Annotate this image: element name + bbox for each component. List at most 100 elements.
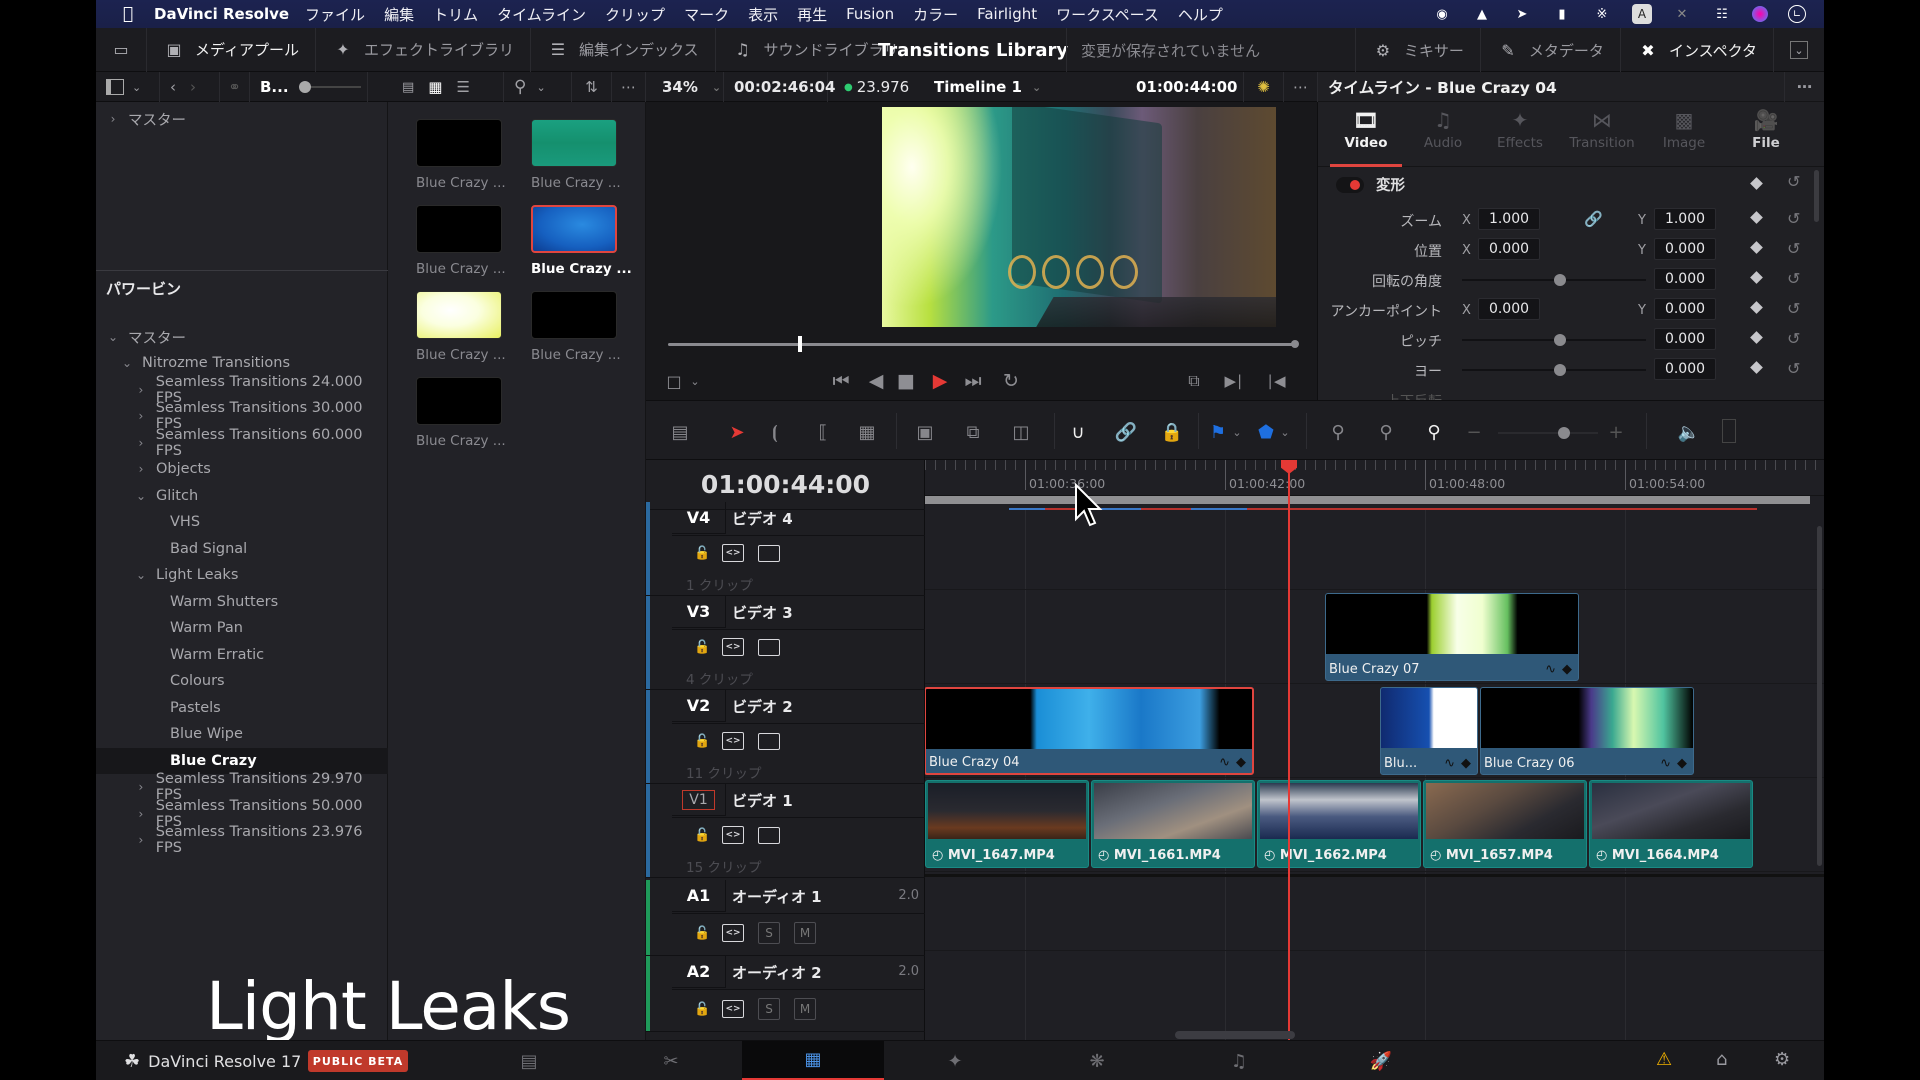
chevron-right-icon[interactable]: › (134, 833, 148, 847)
menu-mark[interactable]: マーク (684, 4, 729, 25)
tab-transition[interactable]: ⋈ Transition (1562, 103, 1642, 167)
previous-edit-icon[interactable]: ∣◀ (1266, 368, 1286, 394)
reverse-icon[interactable]: ◀ (866, 368, 886, 394)
bin-item-objects[interactable]: › Objects (96, 456, 388, 482)
track-name[interactable]: オーディオ 1 (732, 886, 822, 907)
keyframe-icon[interactable] (1750, 301, 1763, 314)
insert-clip-icon[interactable]: ▣ (908, 419, 942, 445)
curve-icon[interactable]: ∿ (1444, 756, 1455, 771)
inspector-more-icon[interactable]: ⋯ (1784, 72, 1824, 102)
toggle-panels-button[interactable]: ▭ (96, 27, 147, 72)
more-options-icon[interactable]: ⋯ (612, 72, 646, 102)
reset-icon[interactable]: ↺ (1787, 239, 1800, 258)
bin-item-seamless-transitions-23-976-fps[interactable]: › Seamless Transitions 23.976 FPS (96, 824, 388, 856)
keyframe-icon[interactable] (1750, 211, 1763, 224)
pitch-field[interactable]: 0.000 (1654, 328, 1716, 350)
home-icon[interactable]: ⌂ (1716, 1049, 1727, 1070)
bin-item-vhs[interactable]: VHS (96, 509, 388, 535)
clip-blue-crazy-07[interactable]: Blue Crazy 07 ∿ ◆ (1325, 593, 1579, 681)
chevron-down-icon[interactable]: ⌄ (134, 568, 148, 582)
tab-effects[interactable]: ✦ Effects (1480, 103, 1560, 167)
bin-item-blue-crazy[interactable]: Blue Crazy (96, 747, 388, 774)
chevron-right-icon[interactable]: › (134, 436, 148, 450)
blade-tool-icon[interactable]: ▦ (852, 419, 882, 445)
auto-select-icon[interactable]: <> (722, 544, 744, 562)
media-pool-button[interactable]: ▣ メディアプール (147, 27, 316, 72)
rotation-slider[interactable] (1462, 274, 1646, 286)
timeline-vertical-scrollbar[interactable] (1817, 526, 1822, 866)
volume-muted-icon[interactable]: ✕ (1672, 4, 1692, 24)
menu-help[interactable]: ヘルプ (1178, 4, 1223, 25)
page-deliver[interactable]: 🚀 (1310, 1041, 1452, 1080)
auto-select-icon[interactable]: <> (722, 732, 744, 750)
zoom-out-icon[interactable]: − (1464, 419, 1484, 445)
yaw-field[interactable]: 0.000 (1654, 358, 1716, 380)
zoom-detail-icon[interactable]: ⚲ (1368, 419, 1404, 445)
menu-workspace[interactable]: ワークスペース (1056, 4, 1159, 25)
thumb-size-slider[interactable] (298, 81, 361, 93)
bin-item-nitrozme-transitions[interactable]: ⌄ Nitrozme Transitions (96, 350, 388, 376)
bin-item-seamless-transitions-60-000-fps[interactable]: › Seamless Transitions 60.000 FPS (96, 427, 388, 459)
track-id[interactable]: V4 (672, 502, 726, 534)
bin-master-top[interactable]: › マスター (96, 106, 388, 132)
page-media[interactable]: ▤ (458, 1041, 600, 1080)
back-icon[interactable]: ‹ (170, 78, 176, 96)
transform-enable-toggle[interactable] (1336, 177, 1364, 193)
anchor-y-field[interactable]: 0.000 (1654, 298, 1716, 320)
marker-icon[interactable]: ⬟ (1256, 419, 1276, 445)
panels-icon[interactable]: ▮ (1552, 4, 1572, 24)
reset-icon[interactable]: ↺ (1787, 329, 1800, 348)
loop-icon[interactable]: ↻ (996, 368, 1026, 394)
auto-select-icon[interactable]: <> (722, 1000, 744, 1018)
mute-button[interactable]: M (794, 922, 816, 944)
track-id[interactable]: A1 (672, 880, 726, 912)
bin-item-bad-signal[interactable]: Bad Signal (96, 536, 388, 562)
clip-blue-crazy-04[interactable]: Blue Crazy 04 ∿ ◆ (925, 687, 1254, 775)
bin-item-light-leaks[interactable]: ⌄ Light Leaks (96, 562, 388, 588)
bin-item-pastels[interactable]: Pastels (96, 695, 388, 721)
thumbnail-view-icon[interactable]: ▦ (428, 78, 442, 96)
chevron-down-icon[interactable]: ⌄ (1230, 419, 1244, 445)
inspector-scrollbar[interactable] (1814, 170, 1819, 222)
settings-gear-icon[interactable]: ⚙ (1774, 1049, 1790, 1070)
clip-blue-crazy-05[interactable]: Blu... ∿ ◆ (1380, 687, 1478, 775)
slider-knob[interactable] (1554, 274, 1566, 286)
slider-knob[interactable] (1554, 364, 1566, 376)
enable-track-icon[interactable] (758, 826, 780, 844)
lock-track-icon[interactable]: 🔓 (694, 546, 710, 561)
track-name[interactable]: ビデオ 1 (732, 790, 793, 811)
mixer-button[interactable]: ⚙ ミキサー (1354, 28, 1481, 72)
bin-list-toggle[interactable]: ⌄ (96, 72, 160, 102)
reset-icon[interactable]: ↺ (1787, 209, 1800, 228)
control-center-icon[interactable]: ☷ (1712, 4, 1732, 24)
timeline-horizontal-scrollbar[interactable] (1175, 1031, 1295, 1039)
mute-button[interactable]: M (794, 998, 816, 1020)
bin-master[interactable]: ⌄ マスター (96, 324, 388, 350)
tab-video[interactable]: 🎞 Video (1326, 103, 1406, 167)
link-icon[interactable]: 🔗 (1584, 210, 1603, 228)
media-thumbnail[interactable]: Blue Crazy ... (531, 205, 632, 277)
menu-trim[interactable]: トリム (433, 4, 478, 25)
bin-item-seamless-transitions-30-000-fps[interactable]: › Seamless Transitions 30.000 FPS (96, 400, 388, 432)
bluetooth-icon[interactable]: ※ (1592, 4, 1612, 24)
forward-icon[interactable]: ➤ (1512, 4, 1532, 24)
menu-timeline[interactable]: タイムライン (497, 4, 586, 25)
stop-icon[interactable]: ■ (896, 368, 916, 394)
tab-image[interactable]: ▩ Image (1644, 103, 1724, 167)
lock-track-icon[interactable]: 🔓 (694, 926, 710, 941)
chevron-down-icon[interactable]: ⌄ (120, 356, 134, 370)
keyframe-icon[interactable]: ◆ (1461, 756, 1471, 771)
timeline-zoom-slider[interactable] (1498, 427, 1598, 439)
reset-icon[interactable]: ↺ (1787, 172, 1800, 191)
inspector-button[interactable]: ✖ インスペクタ (1621, 28, 1774, 72)
trim-tool-icon[interactable]: ⦗ (758, 419, 792, 445)
clock-icon[interactable]: ∟ (1788, 5, 1806, 23)
replace-clip-icon[interactable]: ◫ (1004, 419, 1038, 445)
menu-app-name[interactable]: DaVinci Resolve (154, 5, 289, 23)
auto-select-icon[interactable]: <> (722, 826, 744, 844)
go-to-start-icon[interactable]: ⏮ (826, 368, 856, 394)
edit-index-button[interactable]: ☰ 編集インデックス (531, 27, 716, 72)
menu-playback[interactable]: 再生 (797, 4, 827, 25)
auto-select-icon[interactable]: <> (722, 924, 744, 942)
keyframe-icon[interactable]: ◆ (1562, 662, 1572, 677)
